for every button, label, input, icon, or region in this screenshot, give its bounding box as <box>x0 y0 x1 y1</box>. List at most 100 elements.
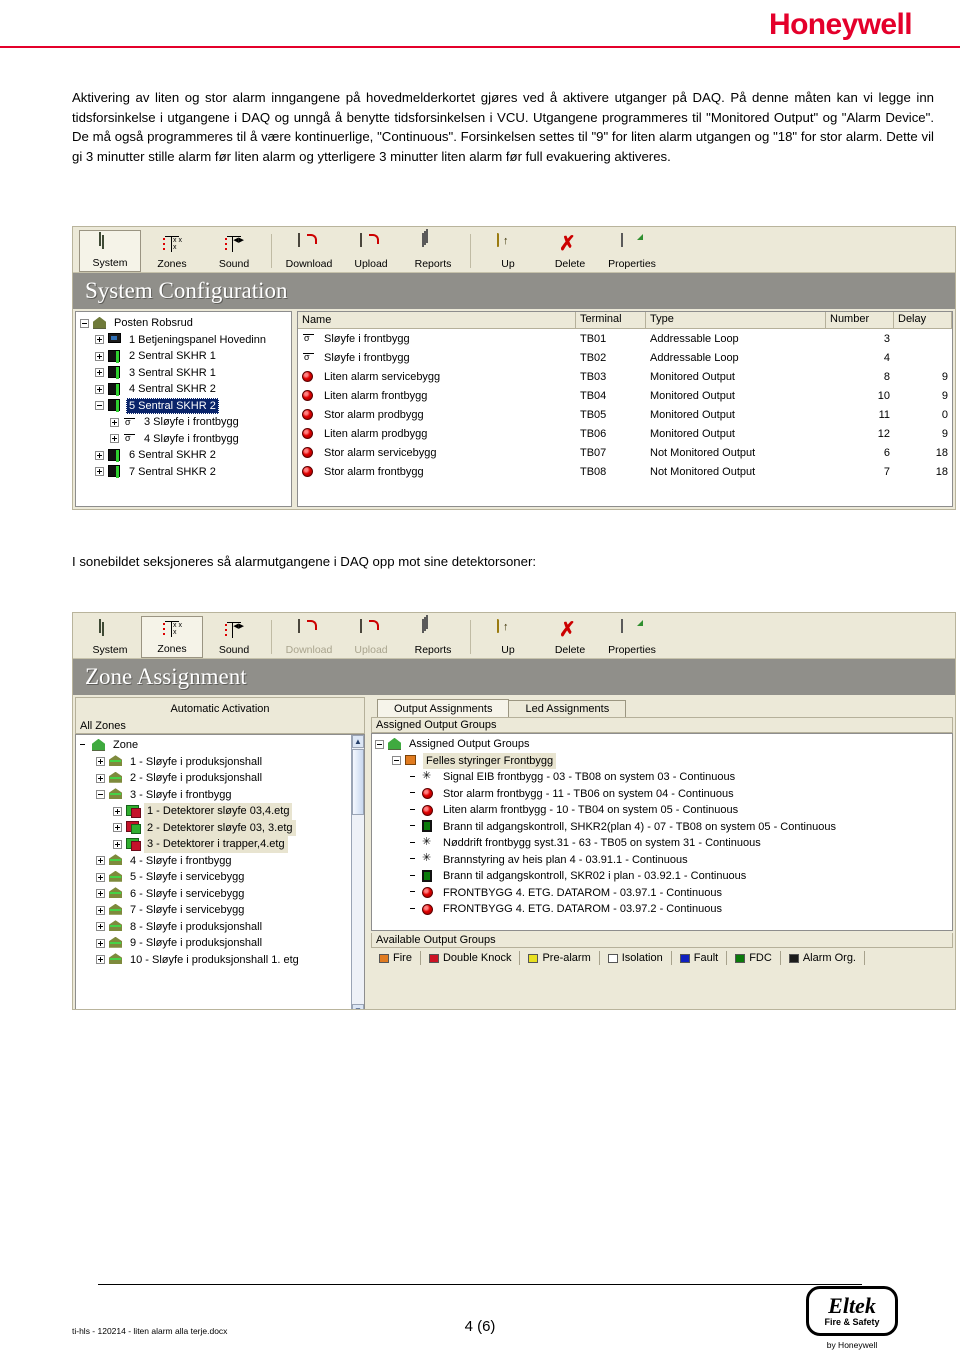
expand-icon[interactable] <box>96 938 105 948</box>
expand-icon[interactable] <box>95 467 104 477</box>
zone-tree-panel[interactable]: Zone 1 - Sløyfe i produksjonshall 2 - Sløy… <box>75 734 365 1009</box>
tree-item[interactable]: 8 - Sløyfe i produksjonshall <box>79 919 348 936</box>
tree-item[interactable]: 2 - Detektorer sløyfe 03, 3.etg <box>79 819 348 836</box>
expand-icon[interactable] <box>110 417 119 427</box>
available-tab-fdc[interactable]: FDC <box>727 951 781 965</box>
toolbar-button-delete[interactable]: ✗ Delete <box>539 230 601 272</box>
table-row[interactable]: Sløyfe i frontbygg TB02 Addressable Loop 4 <box>298 348 952 367</box>
toolbar-button-up[interactable]: Up <box>477 230 539 272</box>
expand-icon[interactable] <box>96 872 105 882</box>
expand-icon[interactable] <box>113 806 122 816</box>
system-tree-panel[interactable]: Posten Robsrud 1 Betjeningspanel Hovedinn… <box>75 311 293 507</box>
expand-icon[interactable] <box>95 335 104 345</box>
expand-icon[interactable] <box>96 955 105 965</box>
tree-item[interactable]: Assigned Output Groups <box>375 736 952 753</box>
tab-output-assignments[interactable]: Output Assignments <box>377 699 510 717</box>
scroll-up-arrow[interactable]: ▲ <box>352 735 364 748</box>
tree-item[interactable]: 2 Sentral SKHR 1 <box>80 348 289 365</box>
table-row[interactable]: Liten alarm servicebygg TB03 Monitored Out… <box>298 367 952 386</box>
toolbar-button-download[interactable]: Download <box>278 230 340 272</box>
column-header-name[interactable]: Name <box>298 312 576 328</box>
system-tree[interactable]: Posten Robsrud 1 Betjeningspanel Hovedinn… <box>80 315 289 480</box>
device-list-header[interactable]: Name Terminal Type Number Delay <box>298 312 952 329</box>
zone-toolbar[interactable]: System x x x Zones ◀▶ Sound Download Upload Repo… <box>73 613 955 659</box>
available-output-group-tabs[interactable]: Fire Double Knock Pre-alarm Isolation Fault F… <box>371 948 953 968</box>
table-row[interactable]: Liten alarm prodbygg TB06 Monitored Output… <box>298 424 952 443</box>
tree-item[interactable]: Liten alarm frontbygg - 10 - TB04 on sys… <box>375 802 952 819</box>
tree-item[interactable]: ✳ Signal EIB frontbygg - 03 - TB08 on sys… <box>375 769 952 786</box>
expand-icon[interactable] <box>95 384 104 394</box>
available-tab-double-knock[interactable]: Double Knock <box>421 951 521 965</box>
table-row[interactable]: Liten alarm frontbygg TB04 Monitored Outpu… <box>298 386 952 405</box>
tree-item[interactable]: ✳ Nøddrift frontbygg syst.31 - 63 - TB05 … <box>375 835 952 852</box>
toolbar-button-system[interactable]: System <box>79 616 141 658</box>
tree-item[interactable]: 3 - Detektorer i trapper,4.etg <box>79 836 348 853</box>
tree-item[interactable]: Posten Robsrud <box>80 315 289 332</box>
tree-item[interactable]: 4 - Sløyfe i frontbygg <box>79 853 348 870</box>
collapse-icon[interactable] <box>375 739 384 749</box>
column-header-terminal[interactable]: Terminal <box>576 312 646 328</box>
tree-item[interactable]: 5 - Sløyfe i servicebygg <box>79 869 348 886</box>
toolbar-button-sound[interactable]: ◀▶ Sound <box>203 230 265 272</box>
toolbar-button-upload[interactable]: Upload <box>340 230 402 272</box>
device-list-body[interactable]: Sløyfe i frontbyggTB01Addressable Loop3S… <box>298 329 952 481</box>
expand-icon[interactable] <box>96 889 105 899</box>
available-tab-alarm-org[interactable]: Alarm Org. <box>781 951 865 965</box>
collapse-icon[interactable] <box>96 790 105 800</box>
tree-item[interactable]: 6 - Sløyfe i servicebygg <box>79 886 348 903</box>
assigned-output-tree[interactable]: Assigned Output Groups Felles styringer F… <box>375 736 952 918</box>
toolbar-button-properties[interactable]: Properties <box>601 616 663 658</box>
column-header-type[interactable]: Type <box>646 312 826 328</box>
toolbar-button-system[interactable]: System <box>79 230 141 272</box>
available-tab-fault[interactable]: Fault <box>672 951 728 965</box>
expand-icon[interactable] <box>96 922 105 932</box>
toolbar-button-reports[interactable]: Reports <box>402 616 464 658</box>
tree-item[interactable]: 3 Sentral SKHR 1 <box>80 365 289 382</box>
collapse-icon[interactable] <box>95 401 104 411</box>
table-row[interactable]: Sløyfe i frontbygg TB01 Addressable Loop 3 <box>298 329 952 348</box>
column-header-delay[interactable]: Delay <box>894 312 952 328</box>
column-header-number[interactable]: Number <box>826 312 894 328</box>
tree-item[interactable]: Stor alarm frontbygg - 11 - TB06 on syst… <box>375 786 952 803</box>
tree-item[interactable]: 5 Sentral SKHR 2 <box>80 397 289 414</box>
expand-icon[interactable] <box>113 823 122 833</box>
tree-item[interactable]: 3 Sløyfe i frontbygg <box>80 414 289 431</box>
table-row[interactable]: Stor alarm frontbygg TB08 Not Monitored Ou… <box>298 462 952 481</box>
toolbar-button-properties[interactable]: Properties <box>601 230 663 272</box>
expand-icon[interactable] <box>96 856 105 866</box>
tree-item[interactable]: ✳ Brannstyring av heis plan 4 - 03.91.1 -… <box>375 852 952 869</box>
expand-icon[interactable] <box>113 839 122 849</box>
tree-item[interactable]: 4 Sløyfe i frontbygg <box>80 431 289 448</box>
expand-icon[interactable] <box>96 757 105 767</box>
scroll-thumb[interactable] <box>352 749 364 815</box>
tree-item[interactable]: 2 - Sløyfe i produksjonshall <box>79 770 348 787</box>
available-tab-pre-alarm[interactable]: Pre-alarm <box>520 951 600 965</box>
assignment-tabs[interactable]: Output Assignments Led Assignments <box>371 697 953 717</box>
tree-item[interactable]: 10 - Sløyfe i produksjonshall 1. etg <box>79 952 348 969</box>
expand-icon[interactable] <box>95 450 104 460</box>
expand-icon[interactable] <box>95 351 104 361</box>
expand-icon[interactable] <box>96 905 105 915</box>
expand-icon[interactable] <box>95 368 104 378</box>
expand-icon[interactable] <box>110 434 119 444</box>
collapse-icon[interactable] <box>392 756 401 766</box>
table-row[interactable]: Stor alarm prodbygg TB05 Monitored Output 1… <box>298 405 952 424</box>
assigned-output-tree-panel[interactable]: Assigned Output Groups Felles styringer F… <box>371 733 953 931</box>
tree-item[interactable]: 7 Sentral SHKR 2 <box>80 464 289 481</box>
tree-item[interactable]: 1 - Sløyfe i produksjonshall <box>79 754 348 771</box>
tree-item[interactable]: FRONTBYGG 4. ETG. DATAROM - 03.97.2 - Co… <box>375 901 952 918</box>
tree-item[interactable]: 7 - Sløyfe i servicebygg <box>79 902 348 919</box>
available-tab-isolation[interactable]: Isolation <box>600 951 672 965</box>
toolbar-button-zones[interactable]: x x x Zones <box>141 230 203 272</box>
tree-item[interactable]: 9 - Sløyfe i produksjonshall <box>79 935 348 952</box>
toolbar-button-up[interactable]: Up <box>477 616 539 658</box>
table-row[interactable]: Stor alarm servicebygg TB07 Not Monitored … <box>298 443 952 462</box>
tree-item[interactable]: Brann til adgangskontroll, SKR02 i plan … <box>375 868 952 885</box>
toolbar-button-reports[interactable]: Reports <box>402 230 464 272</box>
tree-item[interactable]: 4 Sentral SKHR 2 <box>80 381 289 398</box>
tree-item[interactable]: FRONTBYGG 4. ETG. DATAROM - 03.97.1 - Co… <box>375 885 952 902</box>
tree-item[interactable]: 1 Betjeningspanel Hovedinn <box>80 332 289 349</box>
system-toolbar[interactable]: System x x x Zones ◀▶ Sound Download Upload Repo… <box>73 227 955 273</box>
zone-tree-scrollbar[interactable]: ▲ ▼ <box>351 735 364 1009</box>
tree-item[interactable]: Brann til adgangskontroll, SHKR2(plan 4)… <box>375 819 952 836</box>
